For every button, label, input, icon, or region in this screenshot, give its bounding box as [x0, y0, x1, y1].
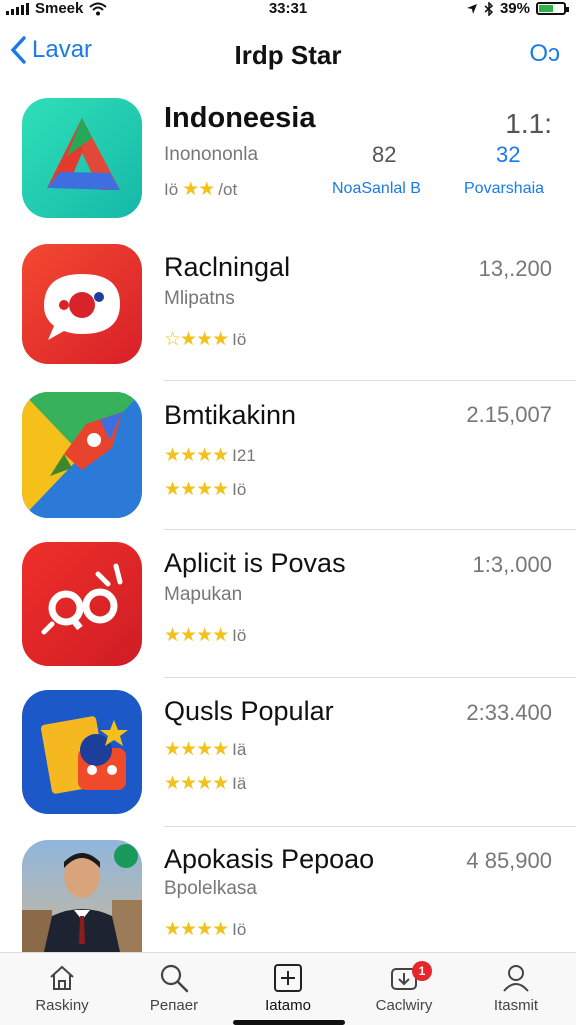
tab-apps[interactable]: Iatamo — [238, 963, 338, 1014]
app-icon-game — [22, 690, 142, 814]
star-rating-icon: ★★★★ — [164, 445, 229, 466]
star-rating-icon: ★★★★ — [164, 625, 229, 646]
list-item[interactable]: Indoneesia Inonononla Iö ★★/ot 1.1: 82 3… — [0, 98, 576, 238]
list-item[interactable]: Qusls Popular ★★★★ Iä ★★★★ Iä 2:33.400 — [0, 690, 576, 816]
app-price: 13,.200 — [478, 256, 552, 281]
star-rating-icon: ☆★★★ — [164, 329, 229, 350]
app-rank: 1.1: — [505, 108, 552, 139]
app-rating: ☆★★★ Iö — [164, 329, 247, 350]
app-icon-qo — [22, 542, 142, 666]
search-icon — [160, 964, 189, 993]
app-subtitle: Mapukan — [164, 584, 243, 605]
location-arrow-icon — [466, 3, 477, 14]
app-icon-chat — [22, 244, 142, 364]
home-icon — [50, 965, 74, 990]
app-name: Indoneesia — [164, 102, 316, 134]
star-rating-icon: ★★ — [182, 179, 215, 200]
app-rating: ★★★★ Iä — [164, 739, 247, 760]
star-rating-icon: ★★★★ — [164, 739, 229, 760]
tab-bar: Raskiny Pепaer Iatamo 1 Caclwiry Itasmit — [0, 952, 576, 1025]
notification-badge: 1 — [412, 961, 432, 981]
person-icon — [503, 965, 529, 992]
app-name: Bmtikakinn — [164, 400, 297, 430]
tab-label: Itasmit — [493, 997, 539, 1014]
tab-label: Pепaer — [149, 997, 199, 1014]
nav-bar: Lavar Irdp Star Oɔ — [0, 30, 576, 80]
app-price: 4 85,900 — [466, 848, 552, 873]
app-rating: ★★★★ Iä — [164, 773, 247, 794]
divider — [164, 380, 576, 381]
home-indicator — [233, 1020, 345, 1025]
star-rating-icon: ★★★★ — [164, 919, 229, 940]
app-count-2: 32 — [496, 142, 521, 167]
divider — [164, 677, 576, 678]
app-link-2[interactable]: Povarshaia — [464, 180, 544, 198]
app-name: Raclningal — [164, 252, 291, 282]
app-rating: ★★★★ Iö — [164, 625, 247, 646]
tab-account[interactable]: Itasmit — [466, 963, 566, 1014]
app-subtitle: Inonononla — [164, 144, 259, 165]
status-bar: Smeek 33:31 39% — [0, 0, 576, 22]
app-name: Apokasis Pepoao — [164, 844, 375, 874]
tab-search[interactable]: Pепaer — [124, 963, 224, 1014]
list-item[interactable]: Apokasis Pepoao Bpolelkasa ★★★★ Iö 4 85,… — [0, 840, 576, 952]
app-subtitle: Mlipatns — [164, 288, 235, 309]
divider — [164, 529, 576, 530]
star-rating-icon: ★★★★ — [164, 479, 229, 500]
app-subtitle: Bpolelkasa — [164, 878, 257, 899]
app-price: 2.15,007 — [466, 402, 552, 427]
app-icon-person — [22, 840, 142, 952]
battery-percent: 39% — [499, 0, 530, 17]
app-name: Qusls Popular — [164, 696, 334, 726]
app-link-1[interactable]: NoaSanlal B — [332, 180, 421, 198]
list-item[interactable]: Bmtikakinn ★★★★ I21 ★★★★ Iö 2.15,007 — [0, 392, 576, 522]
nav-right-button[interactable]: Oɔ — [529, 40, 560, 68]
list-item[interactable]: Raclningal Mlipatns ☆★★★ Iö 13,.200 — [0, 244, 576, 384]
app-rating: ★★★★ Iö — [164, 479, 247, 500]
app-icon-triangle — [22, 98, 142, 218]
tab-updates[interactable]: 1 Caclwiry — [354, 961, 454, 1014]
plus-square-icon — [274, 964, 302, 992]
tab-label: Raskiny — [35, 997, 89, 1014]
app-name: Aplicit is Povas — [164, 548, 346, 578]
app-rating: ★★★★ Iö — [164, 919, 247, 940]
app-rating: Iö ★★/ot — [164, 179, 238, 200]
app-price: 1:3,.000 — [472, 552, 552, 577]
bluetooth-icon — [484, 1, 494, 16]
app-price: 2:33.400 — [466, 700, 552, 725]
app-count-1: 82 — [372, 142, 397, 167]
tab-label: Caclwiry — [375, 997, 433, 1014]
star-rating-icon: ★★★★ — [164, 773, 229, 794]
status-right: 39% — [466, 0, 569, 17]
tab-ranking[interactable]: Raskiny — [12, 963, 112, 1014]
page-title: Irdp Star — [234, 40, 342, 70]
divider — [164, 826, 576, 827]
battery-icon — [536, 2, 569, 15]
tab-label: Iatamo — [265, 997, 311, 1014]
app-icon-rocket — [22, 392, 142, 518]
app-rating: ★★★★ I21 — [164, 445, 256, 466]
list-item[interactable]: Aplicit is Povas Mapukan ★★★★ Iö 1:3,.00… — [0, 542, 576, 668]
